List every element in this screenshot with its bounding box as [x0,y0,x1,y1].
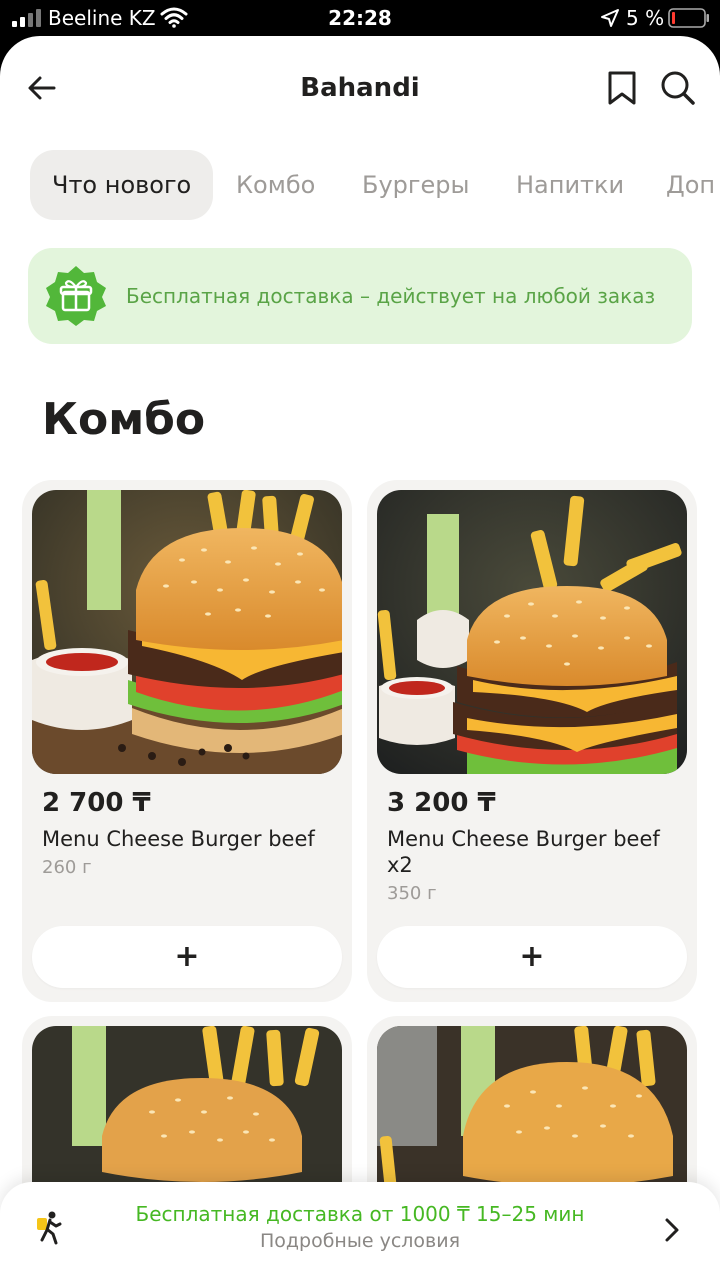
tab-extras[interactable]: Доп [666,150,715,220]
gift-icon [46,266,106,326]
search-button[interactable] [656,66,700,110]
product-price: 3 200 ₸ [387,788,496,818]
promo-text: Бесплатная доставка – действует на любой… [126,284,656,308]
arrow-left-icon [28,76,56,100]
plus-icon: + [519,939,545,974]
product-photo [377,490,687,774]
status-bar: Beeline KZ 22:28 5 % [0,0,720,36]
section-title-combo: Комбо [42,394,206,445]
delivery-info-bar[interactable]: Бесплатная доставка от 1000 ₸ 15–25 мин … [0,1182,720,1280]
product-photo [32,490,342,774]
add-to-cart-button[interactable]: + [377,926,687,988]
tab-drinks[interactable]: Напитки [516,150,624,220]
plus-icon: + [174,939,200,974]
free-delivery-banner[interactable]: Бесплатная доставка – действует на любой… [28,248,692,344]
chevron-right-icon [665,1218,679,1242]
delivery-details-link[interactable]: Подробные условия [0,1228,720,1254]
delivery-terms-text: Бесплатная доставка от 1000 ₸ 15–25 мин [135,1202,585,1226]
tab-whats-new[interactable]: Что нового [30,150,214,220]
bookmark-icon [608,71,636,105]
bookmark-button[interactable] [600,66,644,110]
product-weight: 260 г [42,857,92,878]
tab-combo[interactable]: Комбо [236,150,315,220]
restaurant-sheet: Bahandi Что нового Комбо Бургеры Напитки… [0,36,720,1280]
add-to-cart-button[interactable]: + [32,926,342,988]
battery-percent: 5 % [626,6,665,30]
search-icon [661,71,695,105]
battery-icon [668,8,709,28]
product-name: Menu Cheese Burger beef [42,827,315,851]
product-name: Menu Cheese Burger beef x2 [387,827,660,877]
back-button[interactable] [20,66,64,110]
location-arrow-icon [601,9,619,27]
product-price: 2 700 ₸ [42,788,151,818]
product-card[interactable]: 3 200 ₸ Menu Cheese Burger beef x2 350 г… [367,480,697,1002]
category-tabs: Что нового Комбо Бургеры Напитки Доп [0,148,720,222]
tab-burgers[interactable]: Бургеры [362,150,469,220]
product-weight: 350 г [387,883,437,904]
header: Bahandi [0,36,720,140]
product-card[interactable]: 2 700 ₸ Menu Cheese Burger beef 260 г + [22,480,352,1002]
